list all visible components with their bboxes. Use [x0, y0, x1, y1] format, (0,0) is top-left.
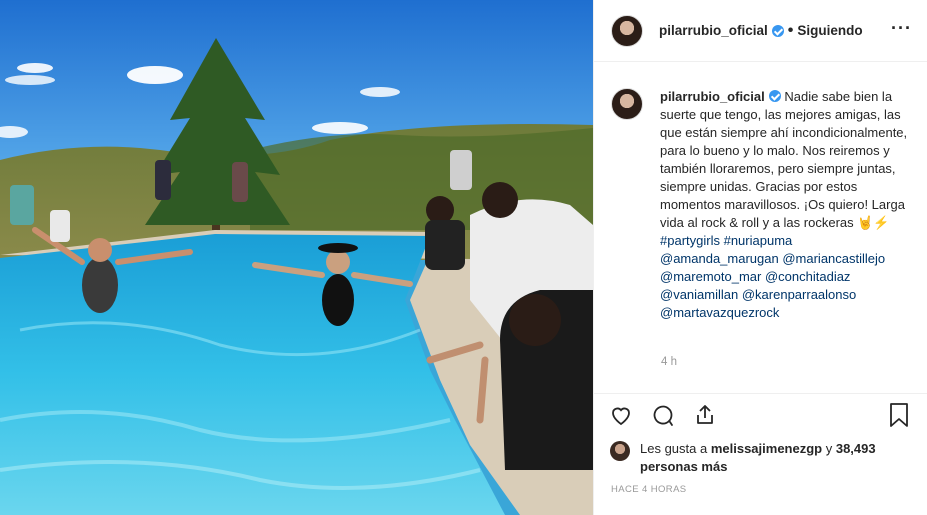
caption-body: Nadie sabe bien la suerte que tengo, las…: [660, 89, 908, 230]
action-bar: [608, 402, 718, 428]
following-button[interactable]: Siguiendo: [797, 23, 862, 38]
mention-link[interactable]: @karenparraalonso: [742, 287, 856, 302]
post-sidebar: pilarrubio_oficial • Siguiendo ··· pilar…: [593, 0, 927, 515]
post-photo[interactable]: [0, 0, 593, 515]
post-header: pilarrubio_oficial • Siguiendo ···: [594, 0, 927, 62]
verified-badge-icon: [771, 24, 784, 37]
caption-time[interactable]: 4 h: [661, 356, 677, 368]
hashtag-link[interactable]: #partygirls: [660, 233, 720, 248]
likes-text: Les gusta a melissajimenezgp y 38,493 pe…: [640, 440, 880, 476]
likes-summary: Les gusta a melissajimenezgp y 38,493 pe…: [610, 440, 880, 476]
caption-emojis: 🤘⚡: [857, 215, 890, 230]
divider: [594, 393, 927, 394]
likes-mid: y: [822, 441, 836, 456]
mention-link[interactable]: @maremoto_mar: [660, 269, 761, 284]
caption-avatar[interactable]: [611, 88, 643, 120]
mention-link[interactable]: @martavazquezrock: [660, 305, 779, 320]
mention-link[interactable]: @conchitadiaz: [765, 269, 850, 284]
verified-badge-icon: [768, 90, 781, 102]
more-options-icon[interactable]: ···: [891, 19, 912, 37]
caption-block: pilarrubio_oficial Nadie sabe bien la su…: [594, 78, 927, 322]
author-avatar[interactable]: [611, 14, 643, 47]
liker-avatar[interactable]: [610, 441, 630, 461]
liker-username[interactable]: melissajimenezgp: [711, 441, 822, 456]
mention-link[interactable]: @amanda_marugan: [660, 251, 779, 266]
share-icon[interactable]: [692, 402, 718, 428]
bookmark-icon[interactable]: [887, 402, 913, 428]
author-username[interactable]: pilarrubio_oficial: [659, 23, 768, 38]
comment-icon[interactable]: [650, 402, 676, 428]
mention-link[interactable]: @vaniamillan: [660, 287, 738, 302]
pool-party-photo: [0, 0, 593, 515]
likes-prefix: Les gusta a: [640, 441, 711, 456]
mention-link[interactable]: @mariancastillejo: [782, 251, 885, 266]
header-separator: •: [787, 21, 794, 39]
posted-time[interactable]: HACE 4 HORAS: [611, 484, 687, 495]
hashtag-link[interactable]: #nuriapuma: [724, 233, 793, 248]
heart-icon[interactable]: [608, 402, 634, 428]
caption-text: pilarrubio_oficial Nadie sabe bien la su…: [660, 78, 908, 322]
caption-username[interactable]: pilarrubio_oficial: [660, 89, 765, 104]
